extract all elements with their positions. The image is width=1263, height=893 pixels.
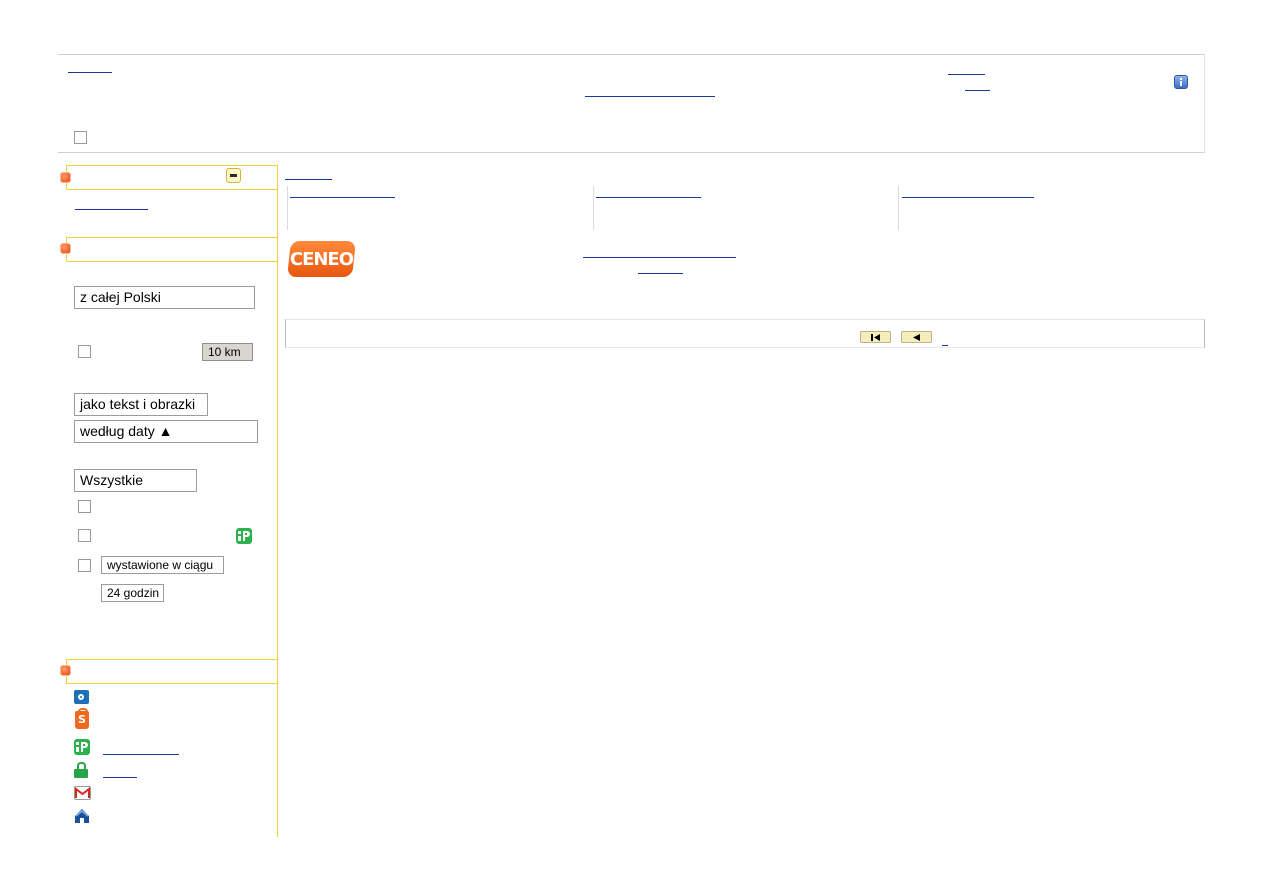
payu-icon[interactable] xyxy=(74,739,90,755)
category-column-divider-2 xyxy=(593,186,594,230)
ceneo-link-1[interactable] xyxy=(583,257,736,258)
ceneo-logo-text: CENEO xyxy=(289,249,354,270)
header-link-center[interactable] xyxy=(585,96,715,97)
home-icon[interactable] xyxy=(74,808,90,824)
filter-checkbox-payu[interactable] xyxy=(78,529,91,542)
offer-type-select[interactable]: Wszystkie xyxy=(74,469,197,492)
sort-select[interactable]: według daty ▲ xyxy=(74,420,258,443)
category-link-3[interactable] xyxy=(902,197,1034,198)
distance-checkbox[interactable] xyxy=(78,345,91,358)
collapse-icon[interactable] xyxy=(226,168,241,183)
ceneo-logo[interactable]: CENEO xyxy=(287,241,356,277)
time-select[interactable]: wystawione w ciągu xyxy=(101,556,224,574)
header-link-right-1[interactable] xyxy=(948,74,985,75)
category-column-divider-1 xyxy=(287,186,288,230)
filter-checkbox-1[interactable] xyxy=(78,500,91,513)
header-checkbox[interactable] xyxy=(74,131,87,144)
pager-bar xyxy=(285,319,1205,348)
ceneo-link-2[interactable] xyxy=(638,273,683,274)
header-link-left[interactable] xyxy=(68,72,112,73)
sidebar-right-border xyxy=(277,165,278,837)
time-period-select[interactable]: 24 godzin xyxy=(101,584,164,602)
first-page-icon xyxy=(871,334,880,341)
distance-select[interactable]: 10 km xyxy=(202,343,253,361)
view-select[interactable]: jako tekst i obrazki xyxy=(74,393,208,416)
main-top-link[interactable] xyxy=(285,179,332,180)
prev-page-button[interactable] xyxy=(901,331,932,343)
filter-checkbox-time[interactable] xyxy=(78,559,91,572)
payu-link[interactable] xyxy=(103,754,179,755)
camera-icon[interactable] xyxy=(74,690,89,704)
sidebar-section-1-header xyxy=(66,165,278,190)
payu-icon xyxy=(236,528,252,544)
category-link-2[interactable] xyxy=(596,197,701,198)
security-link[interactable] xyxy=(103,777,137,778)
section-bullet-icon xyxy=(61,173,70,182)
location-select[interactable]: z całej Polski xyxy=(74,286,255,309)
pager-page-link[interactable] xyxy=(942,345,948,346)
lock-icon[interactable] xyxy=(74,762,88,778)
section-bullet-icon xyxy=(61,666,70,675)
gmail-icon[interactable] xyxy=(74,786,91,800)
top-header-panel xyxy=(58,54,1205,153)
category-link-1[interactable] xyxy=(290,197,395,198)
sidebar-section-3-header xyxy=(66,659,278,684)
sidebar-section-2-header xyxy=(66,237,278,262)
category-column-divider-3 xyxy=(898,186,899,230)
section-bullet-icon xyxy=(61,244,70,253)
first-page-button[interactable] xyxy=(860,331,891,343)
header-link-right-2[interactable] xyxy=(965,90,990,91)
sidebar-section-1-link[interactable] xyxy=(75,209,148,210)
shopping-bag-icon[interactable]: S xyxy=(75,708,89,729)
info-icon[interactable] xyxy=(1174,75,1188,89)
prev-page-icon xyxy=(913,334,920,341)
